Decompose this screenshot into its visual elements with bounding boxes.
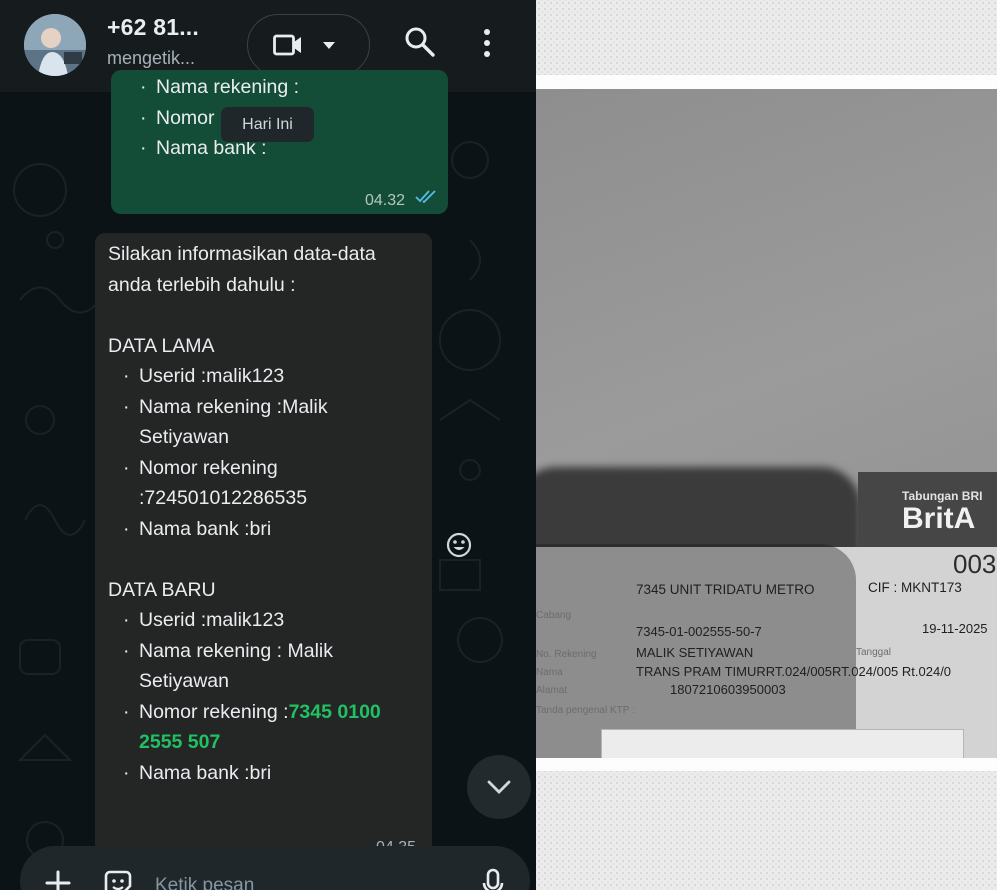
label-nama: Nama: [536, 667, 563, 678]
chat-window: +62 81... mengetik... · Nama rekening : ·…: [0, 0, 536, 890]
typing-status: mengetik...: [107, 48, 196, 68]
mic-icon[interactable]: [482, 868, 504, 890]
label-no-rekening: No. Rekening: [536, 649, 597, 660]
section-title: DATA BARU: [108, 578, 216, 601]
message-time: 04.32: [365, 192, 406, 209]
message-text: Silakan informasikan data-data: [108, 243, 376, 265]
account-number-link[interactable]: 7345 0100: [289, 701, 381, 723]
video-icon: [273, 34, 301, 56]
avatar-image: [24, 14, 86, 76]
list-item: · Nama rekening : Malik Setiyawan: [123, 639, 333, 693]
sticker-icon[interactable]: [102, 868, 134, 890]
contact-name[interactable]: +62 81...: [107, 14, 199, 41]
list-item: · Userid :malik123: [123, 609, 285, 631]
plus-icon[interactable]: [45, 870, 71, 890]
message-composer: [20, 846, 530, 890]
bank-logo-text: BritA: [902, 502, 976, 535]
video-call-button[interactable]: [247, 14, 370, 76]
list-item: · Nama rekening :: [140, 76, 300, 98]
search-icon[interactable]: [404, 26, 436, 60]
date-chip: Hari Ini: [221, 107, 314, 142]
account-name: MALIK SETIYAWAN: [636, 645, 754, 660]
list-item: · Userid :malik123: [123, 365, 285, 387]
bank-type: Tabungan BRI: [902, 489, 983, 503]
list-item: · Nomor rekening:724501012286535: [123, 456, 308, 510]
account-number: 7345-01-002555-50-7: [636, 624, 762, 639]
list-item: · Nama bank :bri: [123, 517, 272, 540]
list-item: · Nama rekening :Malik Setiyawan: [123, 395, 328, 449]
label-tanggal: Tanggal: [856, 647, 892, 658]
date: 19-11-2025: [922, 621, 988, 636]
address: TRANS PRAM TIMURRT.024/005RT.024/005 Rt.…: [636, 664, 952, 679]
passbook-panel: [601, 729, 964, 758]
outgoing-message[interactable]: ·Nama rekening : ·Nomor rekening : ·Nama…: [111, 70, 448, 214]
bank-book-photo[interactable]: Tabungan BRI BritA 003 7345 UNIT TRIDATU…: [536, 89, 997, 758]
scroll-down-button[interactable]: [467, 755, 531, 819]
passbook-number: 003: [953, 549, 997, 579]
avatar[interactable]: [24, 14, 86, 76]
label-alamat: Alamat: [536, 685, 568, 696]
ktp-number: 1807210603950003: [670, 682, 786, 697]
cif: CIF : MKNT173: [868, 580, 962, 595]
emoji-icon[interactable]: [445, 531, 473, 559]
chevron-down-icon: [487, 780, 511, 794]
more-vertical-icon[interactable]: [483, 28, 491, 58]
label-cabang: Cabang: [536, 610, 572, 621]
account-number-link[interactable]: 2555 507: [139, 731, 220, 753]
message-text: anda terlebih dahulu :: [108, 273, 296, 296]
label-ktp: Tanda pengenal KTP :: [536, 705, 635, 716]
message-input[interactable]: [155, 872, 455, 890]
chevron-down-icon: [323, 42, 335, 49]
section-title: DATA LAMA: [108, 334, 215, 357]
list-item: · Nama bank :bri: [123, 761, 272, 784]
branch-line: 7345 UNIT TRIDATU METRO: [636, 582, 815, 597]
photo-frame: Tabungan BRI BritA 003 7345 UNIT TRIDATU…: [536, 75, 997, 771]
incoming-message[interactable]: Silakan informasikan data-data anda terl…: [95, 233, 432, 853]
double-check-icon: [415, 190, 436, 203]
image-viewer-area: Tabungan BRI BritA 003 7345 UNIT TRIDATU…: [536, 0, 997, 890]
list-item: · Nomor rekening :7345 0100 2555 507: [123, 700, 381, 754]
